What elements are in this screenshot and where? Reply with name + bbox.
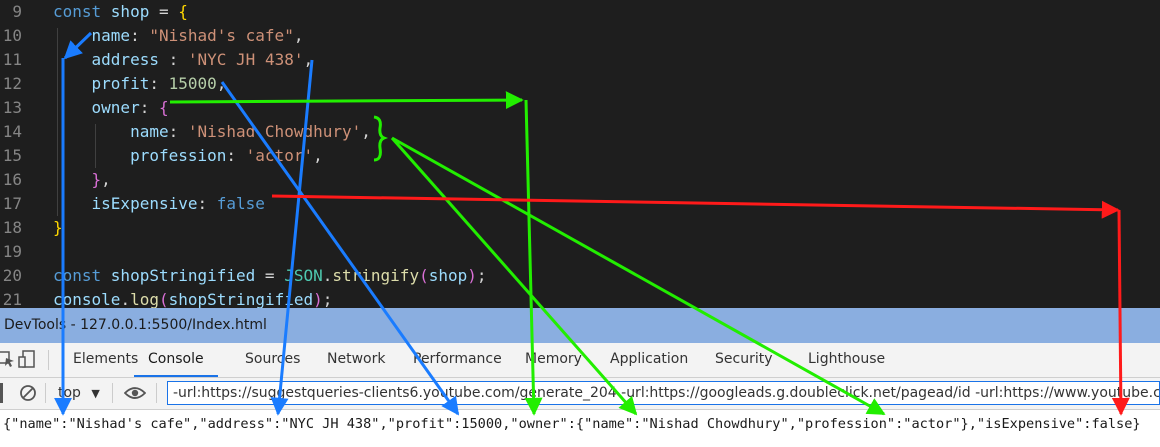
tab-console[interactable]: Console [134,343,218,377]
tab-label: Lighthouse [808,351,886,367]
tab-label: Sources [245,351,301,367]
tab-lighthouse[interactable]: Lighthouse [808,343,885,377]
divider [156,383,157,403]
tab-security[interactable]: Security [715,343,773,377]
line-number: 16 [2,170,22,189]
line-number: 10 [2,26,22,45]
device-toolbar-icon[interactable] [17,349,37,369]
code-text: address : 'NYC JH 438', [91,50,314,69]
devtools-tab-bar: Elements Console Sources Network Perform… [0,343,1160,378]
code-editor[interactable]: 9 const shop = { 10 name: "Nishad's cafe",… [0,0,1160,308]
context-selector[interactable]: top ▼ [58,378,100,408]
code-text: } [53,218,63,237]
tab-elements[interactable]: Elements [73,343,138,377]
tab-application[interactable]: Application [610,343,688,377]
devtools-title: DevTools - 127.0.0.1:5500/Index.html [4,317,267,333]
line-number: 12 [2,74,22,93]
line-number: 17 [2,194,22,213]
tab-network[interactable]: Network [327,343,385,377]
code-text: }, [91,170,111,189]
console-output-panel: {"name":"Nishad's cafe","address":"NYC J… [0,410,1160,447]
tab-label: Elements [73,351,139,367]
code-text: const shop = { [53,2,188,21]
tab-label: Network [327,351,386,367]
line-number: 20 [2,266,22,285]
code-text: profession: 'actor', [130,146,323,165]
line-number: 11 [2,50,22,69]
console-log-line: {"name":"Nishad's cafe","address":"NYC J… [3,416,1141,432]
divider [45,383,46,403]
tab-label: Performance [413,351,502,367]
console-toolbar: top ▼ -url:https://suggestqueries-client… [0,378,1160,410]
line-number: 9 [12,2,22,21]
code-text: const shopStringified = JSON.stringify(s… [53,266,487,285]
sidebar-toggle-icon[interactable] [0,383,3,403]
context-label: top [58,385,81,401]
console-filter-input[interactable]: -url:https://suggestqueries-clients6.you… [167,381,1160,405]
code-text: isExpensive: false [91,194,265,213]
line-number: 13 [2,98,22,117]
tab-label: Memory [525,351,582,367]
tab-label: Security [715,351,773,367]
line-number: 14 [2,122,22,141]
code-text: profit: 15000, [91,74,227,93]
code-text: name: 'Nishad Chowdhury', [130,122,371,141]
line-number: 18 [2,218,22,237]
line-number: 19 [2,242,22,261]
tab-performance[interactable]: Performance [413,343,502,377]
live-expression-eye-icon[interactable] [124,385,146,401]
code-text: console.log(shopStringified); [53,290,333,308]
tab-memory[interactable]: Memory [525,343,582,377]
code-text: name: "Nishad's cafe", [91,26,304,45]
dropdown-arrow-icon: ▼ [91,387,100,400]
code-text: owner: { [91,98,169,117]
tab-label: Application [610,351,689,367]
divider [112,383,113,403]
tab-label: Console [148,351,204,367]
devtools-title-bar: DevTools - 127.0.0.1:5500/Index.html [0,308,1160,343]
line-number: 21 [2,290,22,308]
clear-console-icon[interactable] [19,384,37,402]
tab-sources[interactable]: Sources [245,343,300,377]
line-number: 15 [2,146,22,165]
divider [48,350,49,370]
inspect-element-icon[interactable] [0,349,16,369]
